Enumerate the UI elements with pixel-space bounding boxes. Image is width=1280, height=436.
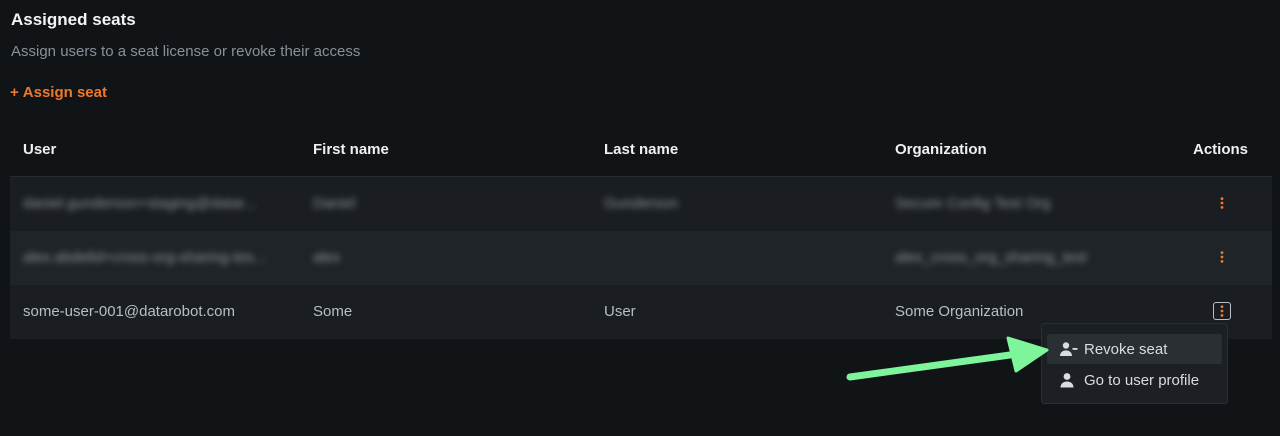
user-email-cell: daniel.gunderson+staging@datar... <box>23 195 257 212</box>
menu-item-label: Go to user profile <box>1084 371 1200 389</box>
table-row: alex.abdelid+cross-org-sharing-tes... al… <box>10 231 1272 285</box>
kebab-menu-icon <box>1220 197 1224 209</box>
section-subtitle: Assign users to a seat license or revoke… <box>11 43 361 60</box>
user-email-cell: alex.abdelid+cross-org-sharing-tes... <box>23 249 267 266</box>
first-name-cell: Daniel <box>313 195 356 212</box>
column-header-user[interactable]: User <box>23 141 56 158</box>
kebab-menu-icon <box>1220 305 1224 317</box>
first-name-cell: Some <box>313 303 353 320</box>
first-name-cell: alex <box>313 249 341 266</box>
assigned-seats-table: User First name Last name Organization A… <box>10 123 1272 339</box>
menu-item-go-to-user-profile[interactable]: Go to user profile <box>1047 365 1222 395</box>
column-header-organization[interactable]: Organization <box>895 141 987 158</box>
assign-seat-label: Assign seat <box>22 84 107 101</box>
menu-item-revoke-seat[interactable]: Revoke seat <box>1047 334 1222 364</box>
row-actions-menu: Revoke seat Go to user profile <box>1041 323 1228 404</box>
row-actions-button[interactable] <box>1213 248 1231 266</box>
organization-cell: Some Organization <box>895 303 1024 320</box>
user-email-cell: some-user-001@datarobot.com <box>23 303 235 320</box>
organization-cell: alex_cross_org_sharing_test <box>895 249 1087 266</box>
table-header: User First name Last name Organization A… <box>10 123 1272 177</box>
table-row: daniel.gunderson+staging@datar... Daniel… <box>10 177 1272 231</box>
organization-cell: Secure Config Test Org <box>895 195 1051 212</box>
column-header-first-name[interactable]: First name <box>313 141 389 158</box>
menu-item-label: Revoke seat <box>1084 340 1168 358</box>
column-header-last-name[interactable]: Last name <box>604 141 678 158</box>
section-title: Assigned seats <box>11 10 136 29</box>
column-header-actions: Actions <box>1193 141 1249 158</box>
row-actions-button[interactable] <box>1213 302 1231 320</box>
assign-seat-button[interactable]: + Assign seat <box>10 84 107 101</box>
row-actions-button[interactable] <box>1213 194 1231 212</box>
plus-icon: + <box>10 84 19 101</box>
last-name-cell: Gunderson <box>604 195 679 212</box>
user-minus-icon <box>1059 341 1079 357</box>
last-name-cell: User <box>604 303 636 320</box>
kebab-menu-icon <box>1220 251 1224 263</box>
user-icon <box>1059 372 1079 388</box>
